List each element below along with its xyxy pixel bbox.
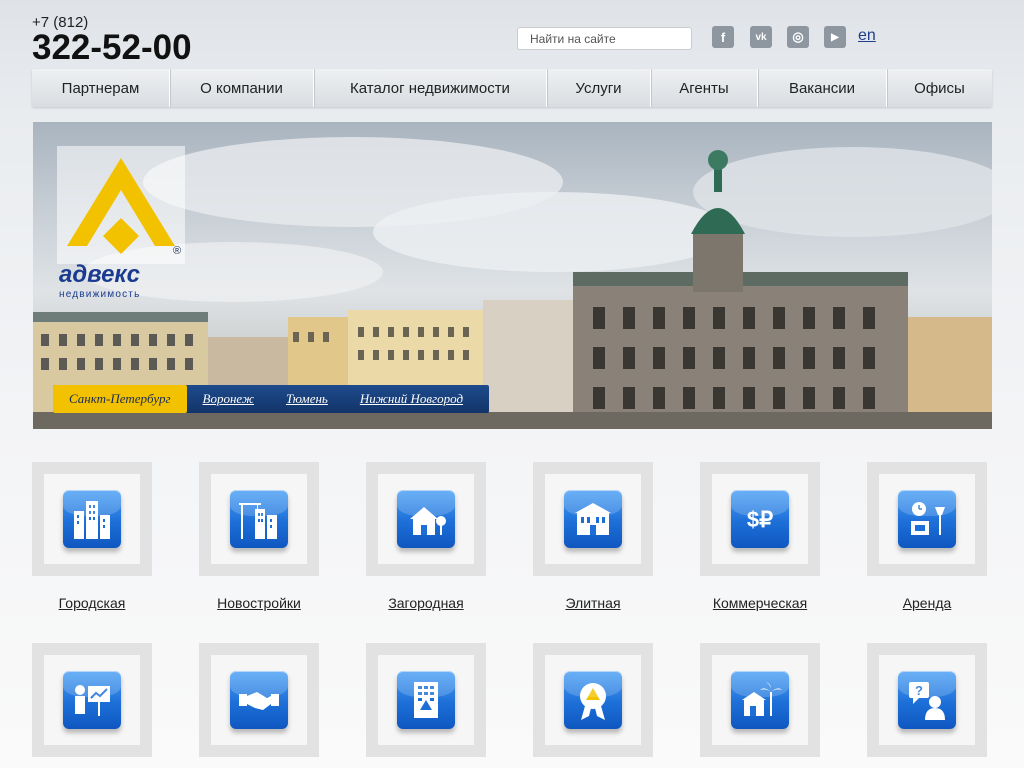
palm-resort-icon <box>731 671 789 729</box>
category-label-rent[interactable]: Аренда <box>847 595 1007 611</box>
crane-building-icon <box>230 490 288 548</box>
svg-text:®: ® <box>173 245 181 257</box>
youtube-icon[interactable]: ▶ <box>824 26 846 48</box>
svg-text:?: ? <box>915 683 923 698</box>
category-tile-rent[interactable] <box>867 462 987 576</box>
category-tile-country[interactable] <box>366 462 486 576</box>
category-tile-new-buildings[interactable] <box>199 462 319 576</box>
nav-item-vacancies[interactable]: Вакансии <box>758 69 887 107</box>
nav-item-agents[interactable]: Агенты <box>651 69 758 107</box>
instagram-icon[interactable]: ◎ <box>787 26 809 48</box>
nav-item-partners[interactable]: Партнерам <box>32 69 170 107</box>
category-label-new-buildings[interactable]: Новостройки <box>179 595 339 611</box>
clock-lamp-icon <box>898 490 956 548</box>
category-tile-commercial[interactable]: $₽ <box>700 462 820 576</box>
category-label-city[interactable]: Городская <box>12 595 172 611</box>
nav-item-offices[interactable]: Офисы <box>887 69 992 107</box>
category-tile-2-4[interactable] <box>533 643 653 757</box>
vkontakte-icon[interactable]: vk <box>750 26 772 48</box>
nav-item-services[interactable]: Услуги <box>547 69 651 107</box>
svg-text:недвижимость: недвижимость <box>59 289 141 300</box>
language-link-en[interactable]: en <box>858 27 876 45</box>
svg-text:$₽: $₽ <box>747 507 773 532</box>
phone-number[interactable]: 322-52-00 <box>32 28 192 68</box>
question-person-icon: ? <box>898 671 956 729</box>
city-tab-voronezh[interactable]: Воронеж <box>187 385 270 413</box>
city-buildings-icon <box>63 490 121 548</box>
category-tile-elite[interactable] <box>533 462 653 576</box>
country-house-icon <box>397 490 455 548</box>
category-label-commercial[interactable]: Коммерческая <box>680 595 840 611</box>
category-tile-2-6[interactable]: ? <box>867 643 987 757</box>
city-tab-tyumen[interactable]: Тюмень <box>270 385 344 413</box>
search-input[interactable] <box>517 27 692 50</box>
award-badge-icon <box>564 671 622 729</box>
category-tile-2-1[interactable] <box>32 643 152 757</box>
nav-item-about[interactable]: О компании <box>170 69 314 107</box>
handshake-icon <box>230 671 288 729</box>
category-tile-city[interactable] <box>32 462 152 576</box>
dollar-ruble-icon: $₽ <box>731 490 789 548</box>
facebook-icon[interactable]: f <box>712 26 734 48</box>
office-building-icon <box>397 671 455 729</box>
city-tab-nizhny-novgorod[interactable]: Нижний Новгород <box>344 385 479 413</box>
svg-text:адвекс: адвекс <box>59 261 140 288</box>
city-tab-saint-petersburg[interactable]: Санкт-Петербург <box>53 385 187 413</box>
mansion-icon <box>564 490 622 548</box>
category-label-country[interactable]: Загородная <box>346 595 506 611</box>
city-selector: Санкт-Петербург Воронеж Тюмень Нижний Но… <box>53 385 489 413</box>
category-tile-2-2[interactable] <box>199 643 319 757</box>
hero-banner: ® адвекс недвижимость Санкт-Петербург Во… <box>33 122 992 429</box>
category-tile-2-3[interactable] <box>366 643 486 757</box>
header: +7 (812) 322-52-00 f vk ◎ ▶ en <box>32 14 992 68</box>
category-label-elite[interactable]: Элитная <box>513 595 673 611</box>
category-tile-2-5[interactable] <box>700 643 820 757</box>
main-nav: Партнерам О компании Каталог недвижимост… <box>32 69 992 107</box>
presentation-icon <box>63 671 121 729</box>
advecs-logo[interactable]: ® адвекс недвижимость <box>57 146 187 306</box>
nav-item-catalog[interactable]: Каталог недвижимости <box>314 69 547 107</box>
logo-mark-icon: ® адвекс недвижимость <box>57 146 185 300</box>
